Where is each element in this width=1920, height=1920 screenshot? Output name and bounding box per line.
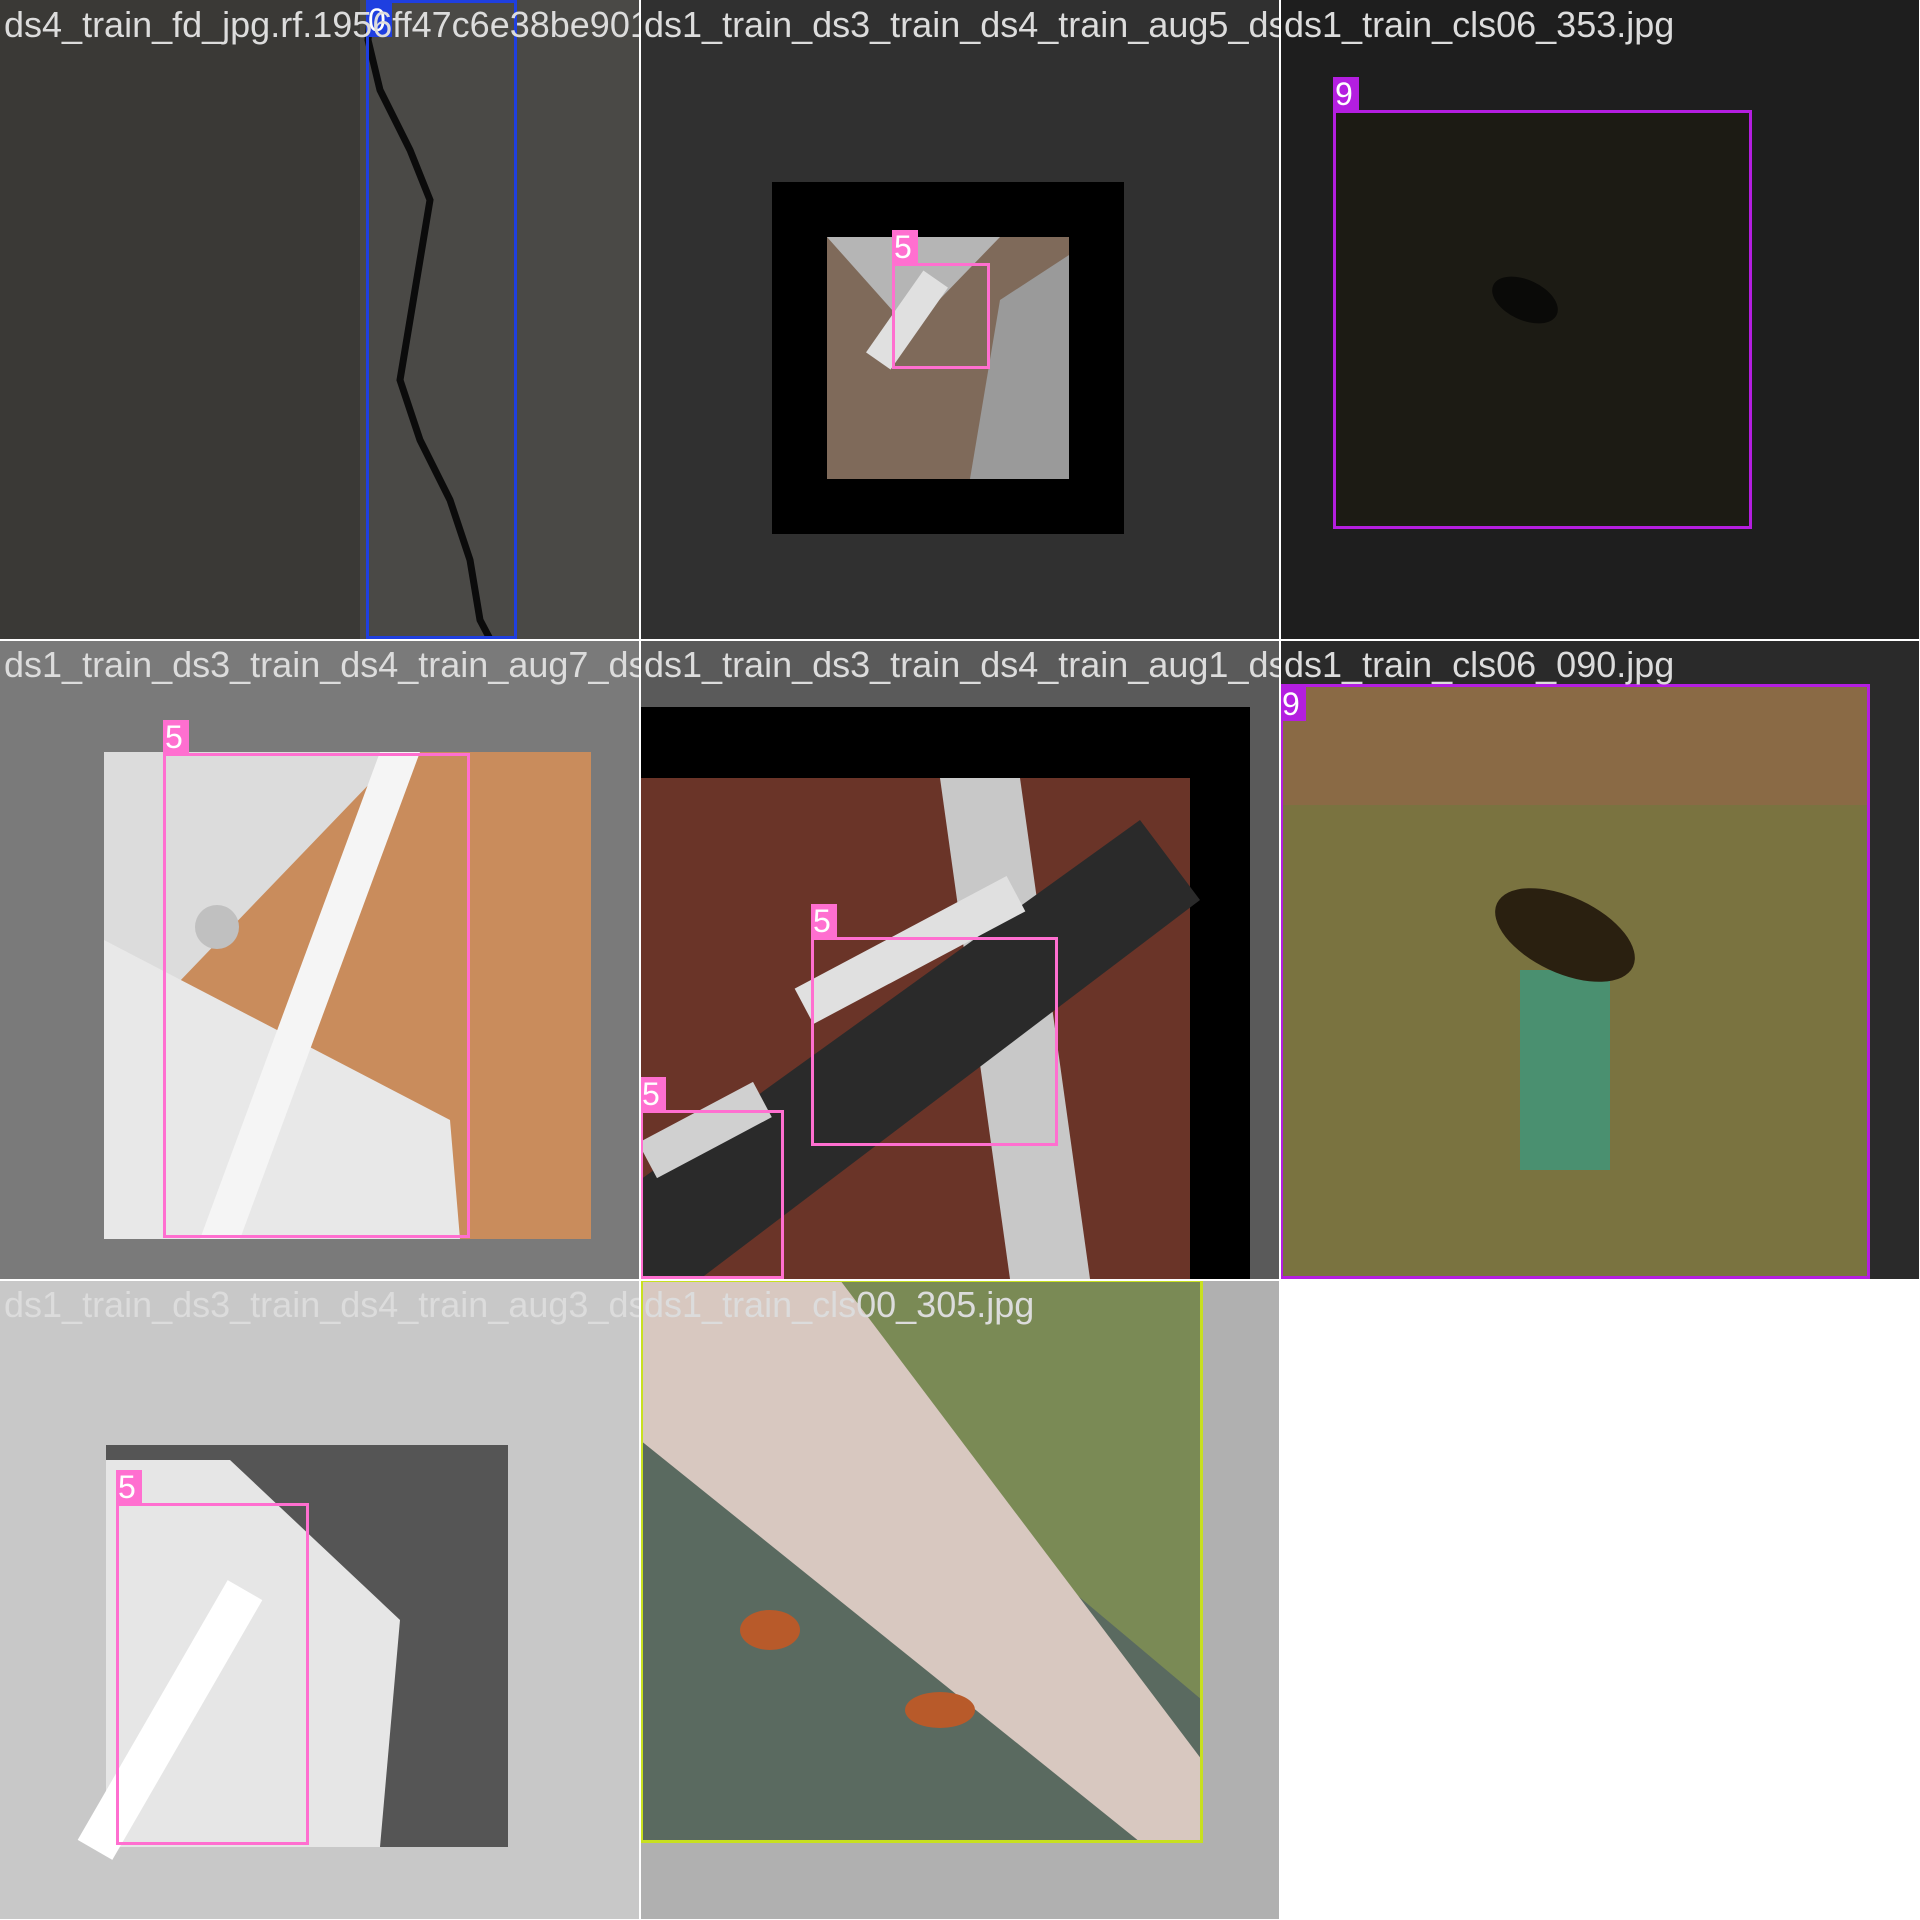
tile-light-fixture-image: ds1_train_ds3_train_ds4_train_aug3_ds32 … (0, 1280, 639, 1919)
tile-light-fixture-image: ds1_train_ds3_train_ds4_train_aug7_ds198… (0, 640, 639, 1279)
class-label: 5 (811, 904, 837, 938)
bounding-box: 5 (811, 904, 1058, 1146)
tile-insect-on-wall-image: ds1_train_cls06_090.jpg 9 (1280, 640, 1919, 1279)
tile-filename: ds4_train_fd_jpg.rf.1956ff47c6e38be9011 (4, 4, 639, 45)
tile-light-fixture-image: ds1_train_ds3_train_ds4_train_aug5_ds37 … (640, 0, 1279, 639)
bounding-box: 5 (163, 720, 470, 1238)
grid-divider (0, 1279, 1280, 1281)
bounding-box: 5 (116, 1470, 309, 1845)
bounding-box: 9 (1280, 684, 1870, 1279)
grid-divider (639, 0, 641, 1920)
tile-filename: ds1_train_ds3_train_ds4_train_aug1_ds339 (644, 644, 1279, 685)
tile-filename: ds1_train_cls06_353.jpg (1284, 4, 1675, 45)
mosaic-grid: ds4_train_fd_jpg.rf.1956ff47c6e38be9011 … (0, 0, 1920, 1920)
bounding-box: 5 (892, 230, 990, 369)
tile-dark-insect-image: ds1_train_cls06_353.jpg 9 (1280, 0, 1919, 639)
bounding-box: 0 (366, 0, 517, 639)
tile-filename: ds1_train_cls00_305.jpg (644, 1284, 1035, 1325)
tile-rock-moss-image: ds1_train_cls00_305.jpg 7 (640, 1280, 1279, 1919)
class-label: 5 (163, 720, 189, 754)
empty-tile (1280, 1280, 1919, 1919)
tile-filename: ds1_train_ds3_train_ds4_train_aug7_ds198 (4, 644, 639, 685)
bounding-box: 5 (640, 1077, 784, 1279)
crack-photo (0, 0, 639, 639)
class-label: 5 (892, 230, 918, 264)
tile-filename: ds1_train_cls06_090.jpg (1284, 644, 1675, 685)
bounding-box: 9 (1333, 77, 1752, 529)
class-label: 5 (116, 1470, 142, 1504)
class-label: 9 (1333, 77, 1359, 111)
class-label: 5 (640, 1077, 666, 1111)
tile-filename: ds1_train_ds3_train_ds4_train_aug5_ds37 (644, 4, 1279, 45)
light-fixture-photo (0, 1280, 639, 1919)
tile-filename: ds1_train_ds3_train_ds4_train_aug3_ds32 (4, 1284, 639, 1325)
grid-divider (0, 639, 1920, 641)
bounding-box: 7 (640, 1280, 1203, 1843)
tile-crack-image: ds4_train_fd_jpg.rf.1956ff47c6e38be9011 … (0, 0, 639, 639)
tile-light-fixture-image: ds1_train_ds3_train_ds4_train_aug1_ds339… (640, 640, 1279, 1279)
class-label: 9 (1280, 687, 1306, 721)
